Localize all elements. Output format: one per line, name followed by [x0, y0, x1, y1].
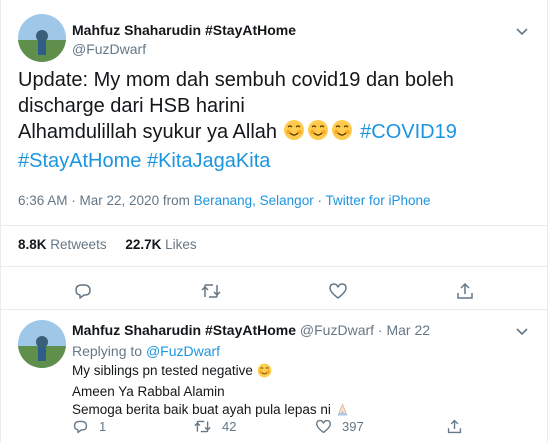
location-link[interactable]: Beranang, Selangor [194, 193, 314, 208]
share-icon [447, 419, 462, 434]
reply-count: 1 [99, 419, 107, 434]
share-icon [457, 282, 473, 299]
likes-label: Likes [165, 237, 197, 252]
chevron-down-icon [516, 328, 528, 336]
smiling-face-emoji [283, 119, 305, 148]
chevron-down-icon [516, 28, 528, 36]
hashtag-link[interactable]: #COVID19 [360, 121, 457, 143]
reply-icon [75, 284, 91, 299]
tweet-text-segment: Alhamdulillah syukur ya Allah [18, 121, 278, 143]
share-button[interactable] [454, 280, 476, 302]
divider [1, 309, 548, 310]
tweet-text: Update: My mom dah sembuh covid19 dan bo… [18, 67, 538, 174]
smiling-face-emoji [331, 119, 353, 148]
tweet-actions [1, 272, 548, 308]
tweet-text-line: #StayAtHome #KitaJagaKita [18, 148, 538, 174]
like-count: 397 [342, 419, 364, 434]
likes-count: 22.7K [125, 237, 162, 252]
reply-text-line: Ameen Ya Rabbal Alamin [72, 384, 225, 399]
tweet-text-line: discharge dari HSB harini [18, 95, 245, 117]
retweets-label: Retweets [50, 237, 107, 252]
avatar[interactable] [18, 14, 66, 62]
like-button[interactable] [327, 280, 349, 302]
share-button[interactable] [446, 418, 463, 435]
retweet-button[interactable]: 42 [193, 418, 236, 435]
retweet-count: 42 [222, 419, 237, 434]
tweet-text-line: Update: My mom dah sembuh covid19 dan bo… [18, 69, 454, 91]
replying-to: Replying to @FuzDwarf [72, 343, 220, 359]
smiling-face-emoji [307, 119, 329, 148]
avatar[interactable] [18, 320, 66, 368]
tweet-text-line: Alhamdulillah syukur ya Allah #COVID19 [18, 119, 538, 148]
reply-actions: 1 42 397 [72, 418, 532, 438]
author-handle[interactable]: @FuzDwarf [300, 322, 374, 338]
author-name[interactable]: Mahfuz Shaharudin #StayAtHome [72, 22, 296, 38]
reply-button[interactable]: 1 [72, 418, 106, 435]
hashtag-link[interactable]: #StayAtHome [18, 150, 141, 172]
client-link[interactable]: Twitter for iPhone [325, 193, 430, 208]
hashtag-link[interactable]: #KitaJagaKita [147, 150, 270, 172]
tweet-thread: Mahfuz Shaharudin #StayAtHome @FuzDwarf … [0, 0, 548, 443]
tweet-stats: 8.8K Retweets 22.7K Likes [18, 237, 197, 252]
heart-icon [329, 283, 347, 299]
smiling-face-emoji [257, 363, 272, 383]
retweets-stat[interactable]: 8.8K Retweets [18, 237, 107, 252]
heart-icon [316, 419, 331, 434]
retweets-count: 8.8K [18, 237, 47, 252]
reply-date[interactable]: Mar 22 [386, 322, 430, 338]
more-options-button[interactable] [513, 322, 531, 340]
like-button[interactable]: 397 [315, 418, 364, 435]
author-handle[interactable]: @FuzDwarf [72, 41, 146, 57]
reply-text-segment: My siblings pn tested negative [72, 363, 253, 378]
retweet-button[interactable] [200, 280, 222, 302]
likes-stat[interactable]: 22.7K Likes [125, 237, 196, 252]
retweet-icon [201, 284, 221, 298]
reply-header: Mahfuz Shaharudin #StayAtHome @FuzDwarf … [72, 322, 430, 338]
replying-handle-link[interactable]: @FuzDwarf [146, 343, 220, 359]
reply-button[interactable] [72, 280, 94, 302]
from-label: from [162, 193, 190, 208]
timestamp-link[interactable]: 6:36 AM · Mar 22, 2020 [18, 193, 159, 208]
divider [1, 225, 548, 226]
reply-text-segment: Semoga berita baik buat ayah pula lepas … [72, 402, 331, 417]
tweet-meta: 6:36 AM · Mar 22, 2020 from Beranang, Se… [18, 193, 431, 208]
retweet-icon [194, 420, 211, 433]
reply-text-line: My siblings pn tested negative [72, 362, 352, 383]
reply-text: My siblings pn tested negative Ameen Ya … [72, 362, 352, 422]
replying-label: Replying to [72, 343, 143, 359]
separator: · [377, 322, 383, 338]
separator: · [317, 193, 322, 208]
divider [1, 266, 548, 267]
author-name[interactable]: Mahfuz Shaharudin #StayAtHome [72, 322, 296, 338]
reply-icon [73, 420, 88, 434]
more-options-button[interactable] [513, 22, 531, 40]
